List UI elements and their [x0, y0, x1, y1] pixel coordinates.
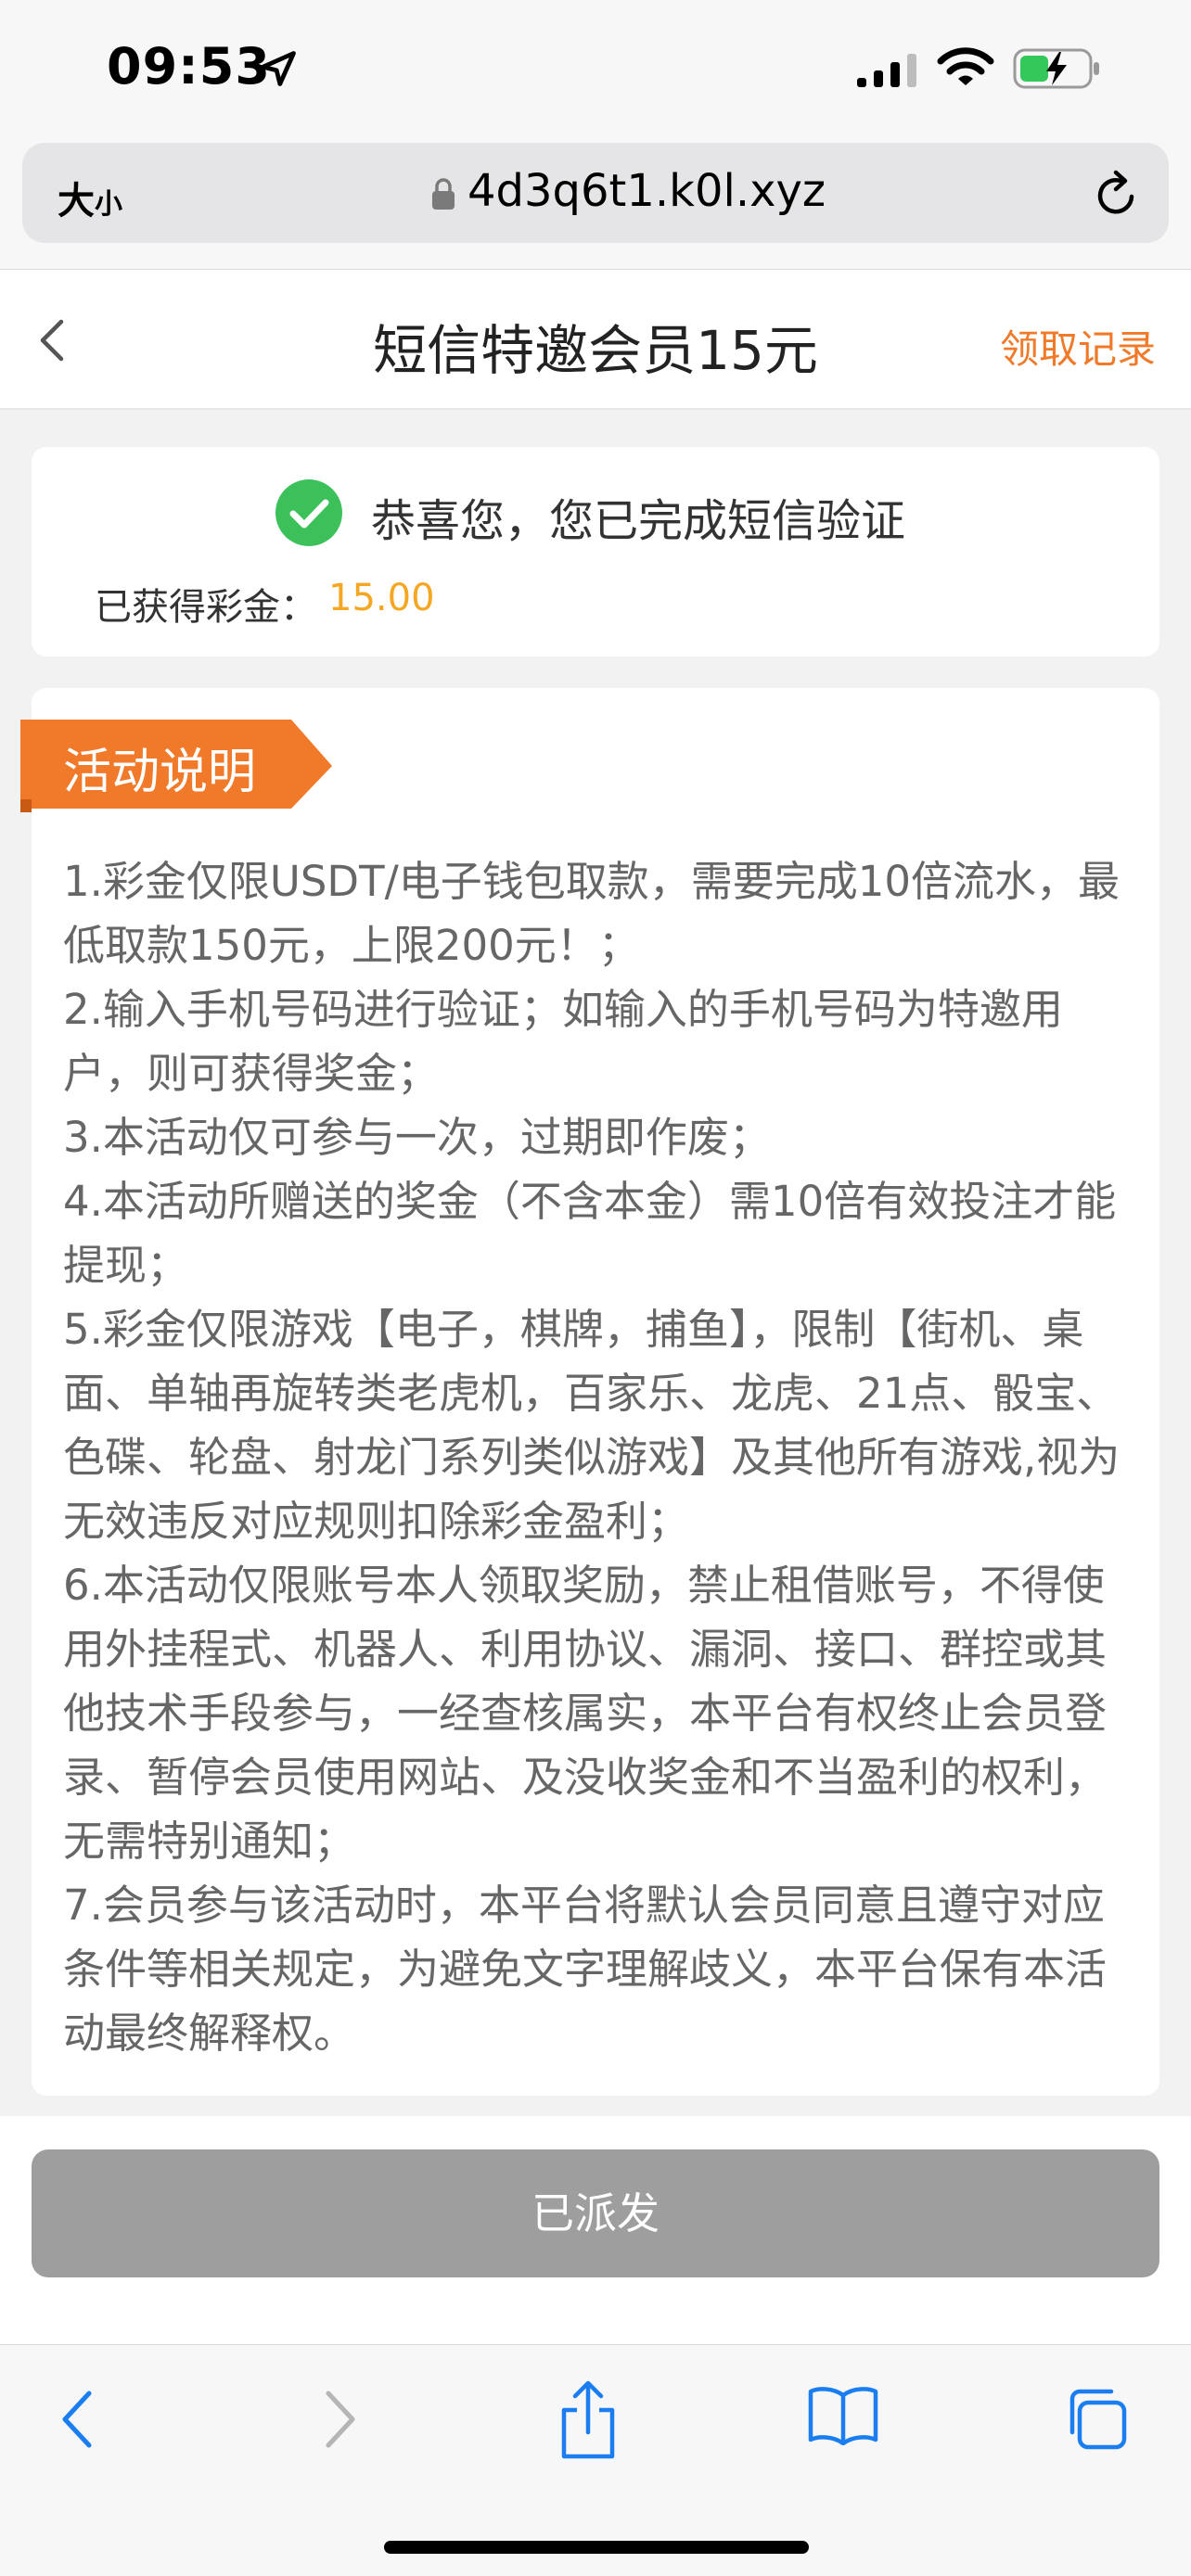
- app-header: 短信特邀会员15元 领取记录: [0, 269, 1191, 410]
- rule-item: 1.彩金仅限USDT/电子钱包取款，需要完成10倍流水，最低取款150元，上限2…: [63, 857, 1120, 970]
- url-text[interactable]: 4d3q6t1.k0l.xyz: [467, 165, 826, 217]
- bookmarks-icon[interactable]: [807, 2386, 879, 2445]
- signal-icon: [857, 54, 916, 87]
- rule-item: 7.会员参与该活动时，本平台将默认会员同意且遵守对应条件等相关规定，为避免文字理…: [63, 1881, 1108, 2058]
- rules-list: 1.彩金仅限USDT/电子钱包取款，需要完成10倍流水，最低取款150元，上限2…: [63, 849, 1130, 2065]
- status-bar: 09:53: [0, 0, 1191, 139]
- wifi-icon: [937, 47, 994, 85]
- lock-icon: [432, 178, 455, 210]
- verification-success-card: 恭喜您，您已完成短信验证 已获得彩金： 15.00: [32, 447, 1159, 657]
- status-time: 09:53: [107, 37, 271, 96]
- safari-forward-icon[interactable]: [319, 2386, 360, 2453]
- address-bar[interactable]: 大小 4d3q6t1.k0l.xyz: [22, 143, 1169, 243]
- records-link[interactable]: 领取记录: [1000, 318, 1156, 375]
- rules-tag-label: 活动说明: [63, 745, 257, 800]
- home-indicator: [384, 2541, 809, 2554]
- rule-item: 5.彩金仅限游戏【电子，棋牌，捕鱼】，限制【街机、桌面、单轴再旋转类老虎机，百家…: [63, 1305, 1121, 1546]
- bonus-value: 15.00: [328, 577, 435, 619]
- share-icon[interactable]: [557, 2378, 620, 2462]
- safari-back-icon[interactable]: [58, 2386, 98, 2453]
- tabs-icon[interactable]: [1063, 2386, 1128, 2451]
- text-size-button[interactable]: 大小: [58, 171, 122, 224]
- check-circle-icon: [275, 479, 342, 546]
- action-area: 已派发: [0, 2116, 1191, 2344]
- rule-item: 3.本活动仅可参与一次，过期即作废；: [63, 1113, 771, 1162]
- text-size-label-big: 大: [58, 180, 95, 223]
- bonus-label: 已获得彩金：: [95, 586, 317, 629]
- location-arrow-icon: [261, 51, 296, 86]
- success-message: 恭喜您，您已完成短信验证: [371, 495, 906, 547]
- rule-item: 6.本活动仅限账号本人领取奖励，禁止租借账号，不得使用外挂程式、机器人、利用协议…: [63, 1561, 1108, 1866]
- battery-charging-icon: [1013, 48, 1099, 89]
- browser-address-area: 大小 4d3q6t1.k0l.xyz: [0, 139, 1191, 269]
- rule-item: 4.本活动所赠送的奖金（不含本金）需10倍有效投注才能提现；: [63, 1177, 1117, 1290]
- dispatched-button[interactable]: 已派发: [32, 2149, 1159, 2277]
- rule-item: 2.输入手机号码进行验证；如输入的手机号码为特邀用户，则可获得奖金；: [63, 985, 1063, 1098]
- text-size-label-small: 小: [95, 188, 122, 221]
- reload-icon[interactable]: [1093, 169, 1141, 221]
- screen: 09:53 大小 4d3q6t1.k0l.xyz 短信特邀会员15元 领取记录 …: [0, 0, 1191, 2576]
